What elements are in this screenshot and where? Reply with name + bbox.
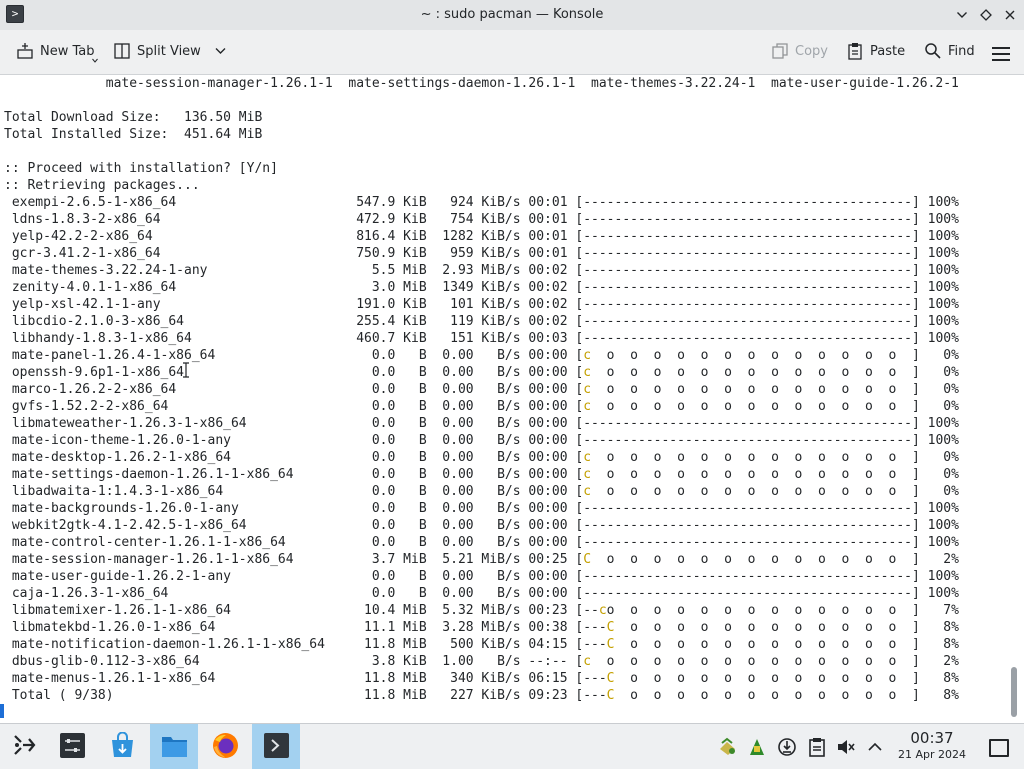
- terminal-line: libmatemixer-1.26.1-1-x86_64 10.4 MiB 5.…: [4, 603, 959, 618]
- split-view-label: Split View: [137, 44, 201, 59]
- application-launcher-button[interactable]: [0, 724, 48, 769]
- close-button[interactable]: [1000, 5, 1020, 25]
- text-cursor-icon: [183, 362, 189, 378]
- find-label: Find: [948, 44, 975, 59]
- terminal-line: exempi-2.6.5-1-x86_64 547.9 KiB 924 KiB/…: [4, 195, 959, 210]
- new-tab-icon: [17, 42, 33, 59]
- terminal-line: yelp-42.2-2-x86_64 816.4 KiB 1282 KiB/s …: [4, 229, 959, 244]
- terminal-line: libmatekbd-1.26.0-1-x86_64 11.1 MiB 3.28…: [4, 620, 959, 635]
- terminal-line: mate-desktop-1.26.2-1-x86_64 0.0 B 0.00 …: [4, 450, 959, 465]
- terminal-line: libmateweather-1.26.3-1-x86_64 0.0 B 0.0…: [4, 416, 959, 431]
- taskbar-app-files[interactable]: [150, 724, 198, 769]
- hamburger-menu-icon[interactable]: [992, 44, 1010, 61]
- taskbar-app-konsole[interactable]: [252, 724, 300, 769]
- vault-icon[interactable]: [747, 737, 767, 757]
- terminal-line: libhandy-1.8.3-1-x86_64 460.7 KiB 151 Ki…: [4, 331, 959, 346]
- terminal-line: yelp-xsl-42.1-1-any 191.0 KiB 101 KiB/s …: [4, 297, 959, 312]
- split-view-icon: [114, 42, 130, 59]
- close-icon: [1005, 10, 1015, 20]
- terminal-line: libadwaita-1:1.4.3-1-x86_64 0.0 B 0.00 B…: [4, 484, 959, 499]
- new-tab-button[interactable]: New Tab: [16, 38, 98, 66]
- taskbar-app-discover[interactable]: [98, 724, 146, 769]
- window-title: ~ : sudo pacman — Konsole: [420, 7, 604, 22]
- chevron-down-icon: [92, 58, 98, 63]
- terminal-line: mate-control-center-1.26.1-1-x86_64 0.0 …: [4, 535, 959, 550]
- terminal-line: webkit2gtk-4.1-2.42.5-1-x86_64 0.0 B 0.0…: [4, 518, 959, 533]
- search-icon: [925, 42, 941, 59]
- terminal-line: mate-menus-1.26.1-1-x86_64 11.8 MiB 340 …: [4, 671, 959, 686]
- terminal-line: caja-1.26.3-1-x86_64 0.0 B 0.00 B/s 00:0…: [4, 586, 959, 601]
- firefox-icon: [213, 733, 238, 758]
- application-launcher-icon: [14, 735, 36, 755]
- chevron-down-icon: [215, 48, 226, 54]
- terminal-area[interactable]: mate-session-manager-1.26.1-1 mate-setti…: [0, 75, 1024, 723]
- taskbar: 00:37 21 Apr 2024: [0, 723, 1024, 769]
- minimize-button[interactable]: [952, 5, 972, 25]
- taskbar-app-settings[interactable]: [48, 724, 96, 769]
- terminal-line: Total Download Size: 136.50 MiB: [4, 110, 263, 125]
- package-updates-icon[interactable]: [718, 737, 738, 757]
- window-titlebar[interactable]: > ~ : sudo pacman — Konsole: [0, 0, 1024, 30]
- terminal-line: Total Installed Size: 451.64 MiB: [4, 127, 263, 142]
- paste-label: Paste: [870, 44, 906, 59]
- terminal-line: mate-settings-daemon-1.26.1-1-x86_64 0.0…: [4, 467, 959, 482]
- paste-icon: [848, 42, 862, 60]
- terminal-line: mate-notification-daemon-1.26.1-1-x86_64…: [4, 637, 959, 652]
- system-settings-icon: [60, 733, 85, 758]
- paste-button[interactable]: Paste: [846, 38, 905, 66]
- terminal-line: openssh-9.6p1-1-x86_64 0.0 B 0.00 B/s 00…: [4, 365, 959, 380]
- volume-muted-icon[interactable]: [836, 737, 856, 757]
- show-desktop-button[interactable]: [989, 739, 1009, 757]
- terminal-output: mate-session-manager-1.26.1-1 mate-setti…: [4, 75, 959, 704]
- terminal-line: :: Retrieving packages...: [4, 178, 200, 193]
- konsole-toolbar: New Tab Split View Copy Paste Find: [0, 30, 1024, 75]
- terminal-line: mate-panel-1.26.4-1-x86_64 0.0 B 0.00 B/…: [4, 348, 959, 363]
- clock-date[interactable]: 21 Apr 2024: [892, 748, 972, 761]
- terminal-line: mate-icon-theme-1.26.0-1-any 0.0 B 0.00 …: [4, 433, 959, 448]
- terminal-line: mate-user-guide-1.26.2-1-any 0.0 B 0.00 …: [4, 569, 959, 584]
- chevron-up-icon[interactable]: [865, 737, 885, 757]
- diamond-icon: [980, 9, 992, 21]
- discover-store-icon: [112, 732, 133, 757]
- taskbar-app-firefox[interactable]: [201, 724, 249, 769]
- file-manager-icon: [162, 737, 187, 757]
- scrollbar-thumb[interactable]: [1011, 667, 1017, 717]
- find-button[interactable]: Find: [924, 38, 975, 66]
- terminal-line: mate-session-manager-1.26.1-1-x86_64 3.7…: [4, 552, 959, 567]
- new-tab-label: New Tab: [40, 44, 95, 59]
- terminal-line: zenity-4.0.1-1-x86_64 3.0 MiB 1349 KiB/s…: [4, 280, 959, 295]
- maximize-button[interactable]: [976, 5, 996, 25]
- terminal-line: Total ( 9/38) 11.8 MiB 227 KiB/s 09:23 […: [4, 688, 959, 703]
- terminal-line: :: Proceed with installation? [Y/n]: [4, 161, 278, 176]
- clipboard-icon[interactable]: [807, 737, 827, 757]
- copy-icon: [772, 42, 788, 59]
- terminal-line: gcr-3.41.2-1-x86_64 750.9 KiB 959 KiB/s …: [4, 246, 959, 261]
- terminal-line: dbus-glib-0.112-3-x86_64 3.8 KiB 1.00 B/…: [4, 654, 959, 669]
- terminal-cursor: [0, 704, 4, 718]
- terminal-line: libcdio-2.1.0-3-x86_64 255.4 KiB 119 KiB…: [4, 314, 959, 329]
- terminal-line: ldns-1.8.3-2-x86_64 472.9 KiB 754 KiB/s …: [4, 212, 959, 227]
- terminal-line: marco-1.26.2-2-x86_64 0.0 B 0.00 B/s 00:…: [4, 382, 959, 397]
- network-icon[interactable]: [777, 737, 797, 757]
- copy-button[interactable]: Copy: [771, 38, 828, 66]
- split-view-button[interactable]: Split View: [113, 38, 226, 66]
- terminal-line: mate-session-manager-1.26.1-1 mate-setti…: [4, 76, 959, 91]
- clock-time[interactable]: 00:37: [892, 729, 972, 747]
- konsole-icon: [264, 733, 289, 758]
- terminal-line: gvfs-1.52.2-2-x86_64 0.0 B 0.00 B/s 00:0…: [4, 399, 959, 414]
- terminal-line: mate-themes-3.22.24-1-any 5.5 MiB 2.93 M…: [4, 263, 959, 278]
- terminal-line: mate-backgrounds-1.26.0-1-any 0.0 B 0.00…: [4, 501, 959, 516]
- chevron-down-icon: [957, 12, 967, 18]
- copy-label: Copy: [795, 44, 828, 59]
